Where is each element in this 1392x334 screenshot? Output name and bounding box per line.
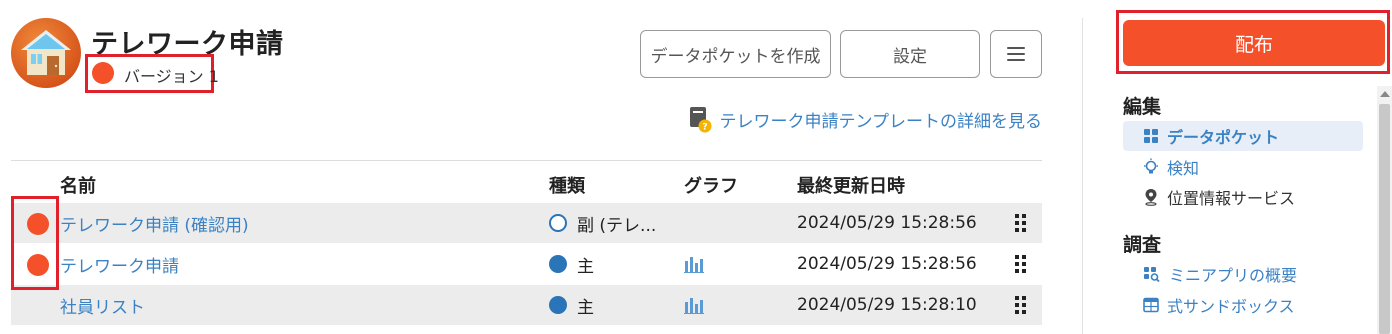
nav-item-label: データポケット: [1167, 128, 1280, 147]
main-type-dot-icon: [549, 296, 567, 314]
nav-item-label: ミニアプリの概要: [1169, 266, 1298, 285]
version-status-dot: [92, 62, 114, 84]
column-header-type[interactable]: 種類: [549, 172, 585, 198]
section-title-edit: 編集: [1123, 96, 1162, 118]
drag-handle-icon[interactable]: [1015, 203, 1026, 243]
grid-search-icon: [1144, 267, 1160, 282]
row-updated: 2024/05/29 15:28:10: [797, 295, 977, 315]
lightbulb-icon: [1144, 158, 1158, 174]
row-type: 主: [549, 244, 594, 284]
row-type-label: 主: [577, 256, 594, 277]
template-details-link[interactable]: ? テレワーク申請テンプレートの詳細を見る: [688, 104, 1043, 134]
scrollbar-thumb[interactable]: [1379, 104, 1390, 334]
row-type: 主: [549, 285, 594, 325]
row-updated: 2024/05/29 15:28:56: [797, 213, 977, 233]
nav-item-location-service[interactable]: 位置情報サービス: [1123, 182, 1363, 212]
column-header-graph[interactable]: グラフ: [684, 172, 738, 198]
table-row[interactable]: テレワーク申請 (確認用) 副 (テレ... 2024/05/29 15:28:…: [11, 203, 1042, 243]
location-pin-icon: [1145, 189, 1157, 206]
nav-item-label: 位置情報サービス: [1167, 189, 1296, 208]
main-type-dot-icon: [549, 255, 567, 273]
nav-item-label: 検知: [1167, 159, 1200, 178]
book-help-icon: ?: [688, 104, 712, 134]
nav-item-detection[interactable]: 検知: [1123, 152, 1363, 182]
row-name-link[interactable]: テレワーク申請: [60, 244, 179, 284]
table-row[interactable]: 社員リスト 主 2024/05/29 15:28:10: [11, 285, 1042, 325]
nav-item-data-pocket[interactable]: データポケット: [1123, 121, 1363, 151]
row-type-label: 主: [577, 297, 594, 318]
section-title-investigate: 調査: [1123, 234, 1162, 256]
create-data-pocket-button[interactable]: データポケットを作成: [640, 30, 831, 78]
column-header-updated[interactable]: 最終更新日時: [797, 172, 905, 198]
nav-item-mini-app-overview[interactable]: ミニアプリの概要: [1123, 259, 1363, 289]
drag-handle-icon[interactable]: [1015, 285, 1026, 325]
row-type: 副 (テレ...: [549, 203, 656, 243]
table-calc-icon: [1143, 297, 1159, 313]
template-details-link-text[interactable]: テレワーク申請テンプレートの詳細を見る: [720, 107, 1043, 132]
row-type-label: 副 (テレ...: [577, 215, 657, 236]
app-house-icon: [11, 18, 81, 88]
row-updated: 2024/05/29 15:28:56: [797, 254, 977, 274]
deploy-button[interactable]: 配布: [1123, 20, 1385, 66]
row-name-link[interactable]: テレワーク申請 (確認用): [60, 203, 249, 243]
table-top-divider: [11, 160, 1042, 161]
table-row[interactable]: テレワーク申請 主 2024/05/29 15:28:56: [11, 244, 1042, 284]
panel-divider: [1082, 18, 1083, 334]
graph-bar-chart-icon[interactable]: [684, 244, 704, 284]
nav-item-formula-sandbox[interactable]: 式サンドボックス: [1123, 290, 1363, 320]
drag-handle-icon[interactable]: [1015, 244, 1026, 284]
sub-type-ring-icon: [549, 214, 567, 232]
nav-item-label: 式サンドボックス: [1167, 297, 1295, 316]
grid-icon: [1144, 129, 1158, 143]
scroll-up-arrow-icon[interactable]: [1380, 91, 1390, 97]
svg-text:?: ?: [702, 123, 707, 133]
version-label: バージョン 1: [124, 67, 219, 86]
graph-bar-chart-icon[interactable]: [684, 285, 704, 325]
status-highlight-box: [11, 196, 59, 290]
menu-button[interactable]: [990, 30, 1042, 78]
row-name-link[interactable]: 社員リスト: [60, 285, 145, 325]
column-header-name[interactable]: 名前: [60, 172, 96, 198]
settings-button[interactable]: 設定: [840, 30, 980, 78]
hamburger-menu-icon: [1007, 47, 1025, 61]
